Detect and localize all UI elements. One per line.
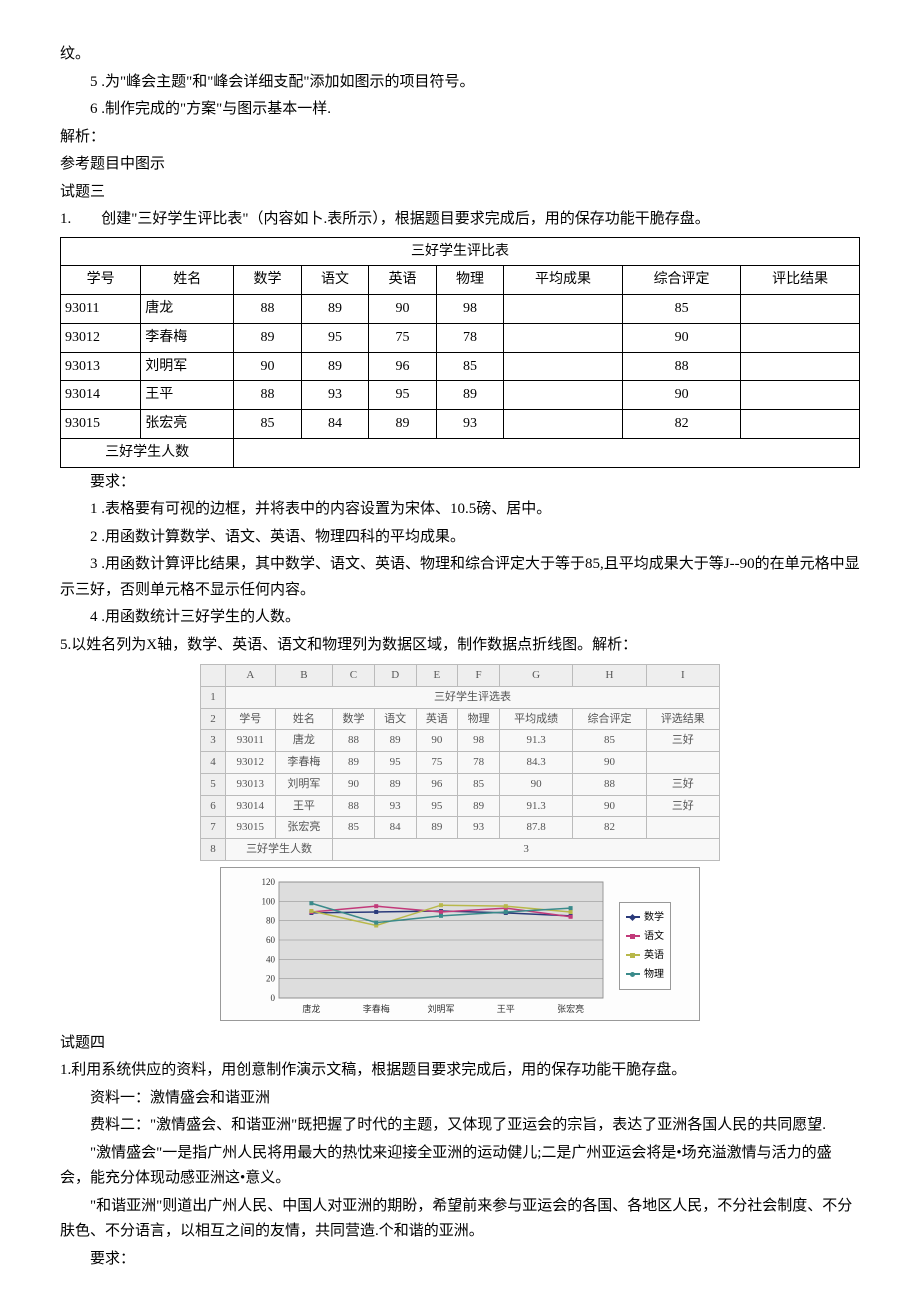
list-item-5: 5 .为"峰会主题"和"峰会详细支配"添加如图示的项目符号。 <box>60 70 860 96</box>
material-3: "激情盛会"一是指广州人民将用最大的热忱来迎接全亚洲的运动健儿;二是广州亚运会将… <box>60 1141 860 1192</box>
list-item-6: 6 .制作完成的"方案"与图示基本一样. <box>60 97 860 123</box>
req-4: 4 .用函数统计三好学生的人数。 <box>60 605 860 631</box>
legend-marker-icon <box>626 954 640 956</box>
svg-text:120: 120 <box>262 877 276 887</box>
svg-text:李春梅: 李春梅 <box>363 1003 390 1014</box>
req-2: 2 .用函数计算数学、语文、英语、物理四科的平均成果。 <box>60 525 860 551</box>
table-count-row: 三好学生人数 <box>61 439 860 468</box>
table-title: 三好学生评比表 <box>61 237 860 266</box>
line-chart: 0 20 40 60 80 100 120 唐龙 李春梅 刘明军 王平 张宏亮 数学 语文 英语 物理 <box>220 867 700 1021</box>
table-row: 93013 刘明军 90 89 96 85 88 <box>61 352 860 381</box>
legend-marker-icon <box>626 916 640 918</box>
svg-text:100: 100 <box>262 896 276 906</box>
svg-text:40: 40 <box>266 954 276 964</box>
req-5: 5.以姓名列为X轴，数学、英语、语文和物理列为数据区域，制作数据点折线图。解析： <box>60 633 860 659</box>
reference-label: 参考题目中图示 <box>60 152 860 178</box>
analysis-label: 解析： <box>60 125 860 151</box>
svg-text:刘明军: 刘明军 <box>427 1003 454 1014</box>
chart-svg: 0 20 40 60 80 100 120 唐龙 李春梅 刘明军 王平 张宏亮 <box>249 876 609 1016</box>
requirements-label: 要求： <box>60 470 860 496</box>
material-2: 费料二："激情盛会、和谐亚洲"既把握了时代的主题，又体现了亚运会的宗旨，表达了亚… <box>60 1113 860 1139</box>
material-4: "和谐亚洲"则道出广州人民、中国人对亚洲的期盼，希望前来参与亚运会的各国、各地区… <box>60 1194 860 1245</box>
question-3-prompt: 1. 创建"三好学生评比表"（内容如卜.表所示），根据题目要求完成后，用的保存功… <box>60 207 860 233</box>
material-1: 资料一：激情盛会和谐亚洲 <box>60 1086 860 1112</box>
legend-marker-icon <box>626 935 640 937</box>
table-row: 93011 唐龙 88 89 90 98 85 <box>61 295 860 324</box>
svg-text:张宏亮: 张宏亮 <box>557 1003 584 1014</box>
table-row: 93015 张宏亮 85 84 89 93 82 <box>61 410 860 439</box>
svg-text:王平: 王平 <box>497 1004 515 1014</box>
spreadsheet-result: A B C D E F G H I 1三好学生评选表 2 学号 姓名 数学 语文… <box>200 664 720 860</box>
question-4-title: 试题四 <box>60 1031 860 1057</box>
table-row: 93012 李春梅 89 95 75 78 90 <box>61 323 860 352</box>
req-3: 3 .用函数计算评比结果，其中数学、语文、英语、物理和综合评定大于等于85,且平… <box>60 552 860 603</box>
svg-text:20: 20 <box>266 973 276 983</box>
legend-marker-icon <box>626 973 640 975</box>
question-3-title: 试题三 <box>60 180 860 206</box>
chart-legend: 数学 语文 英语 物理 <box>619 902 671 990</box>
student-eval-table: 三好学生评比表 学号 姓名 数学 语文 英语 物理 平均成果 综合评定 评比结果… <box>60 237 860 468</box>
svg-text:60: 60 <box>266 935 276 945</box>
text-line: 纹。 <box>60 42 860 68</box>
req-1: 1 .表格要有可视的边框，并将表中的内容设置为宋体、10.5磅、居中。 <box>60 497 860 523</box>
chart-plot-area: 0 20 40 60 80 100 120 唐龙 李春梅 刘明军 王平 张宏亮 <box>249 876 609 1016</box>
table-header-row: 学号 姓名 数学 语文 英语 物理 平均成果 综合评定 评比结果 <box>61 266 860 295</box>
result-table: A B C D E F G H I 1三好学生评选表 2 学号 姓名 数学 语文… <box>200 664 720 860</box>
svg-text:0: 0 <box>271 993 276 1003</box>
requirements-label-q4: 要求： <box>60 1247 860 1273</box>
svg-text:唐龙: 唐龙 <box>302 1003 320 1014</box>
question-4-prompt: 1.利用系统供应的资料，用创意制作演示文稿，根据题目要求完成后，用的保存功能干脆… <box>60 1058 860 1084</box>
svg-text:80: 80 <box>266 915 276 925</box>
table-row: 93014 王平 88 93 95 89 90 <box>61 381 860 410</box>
